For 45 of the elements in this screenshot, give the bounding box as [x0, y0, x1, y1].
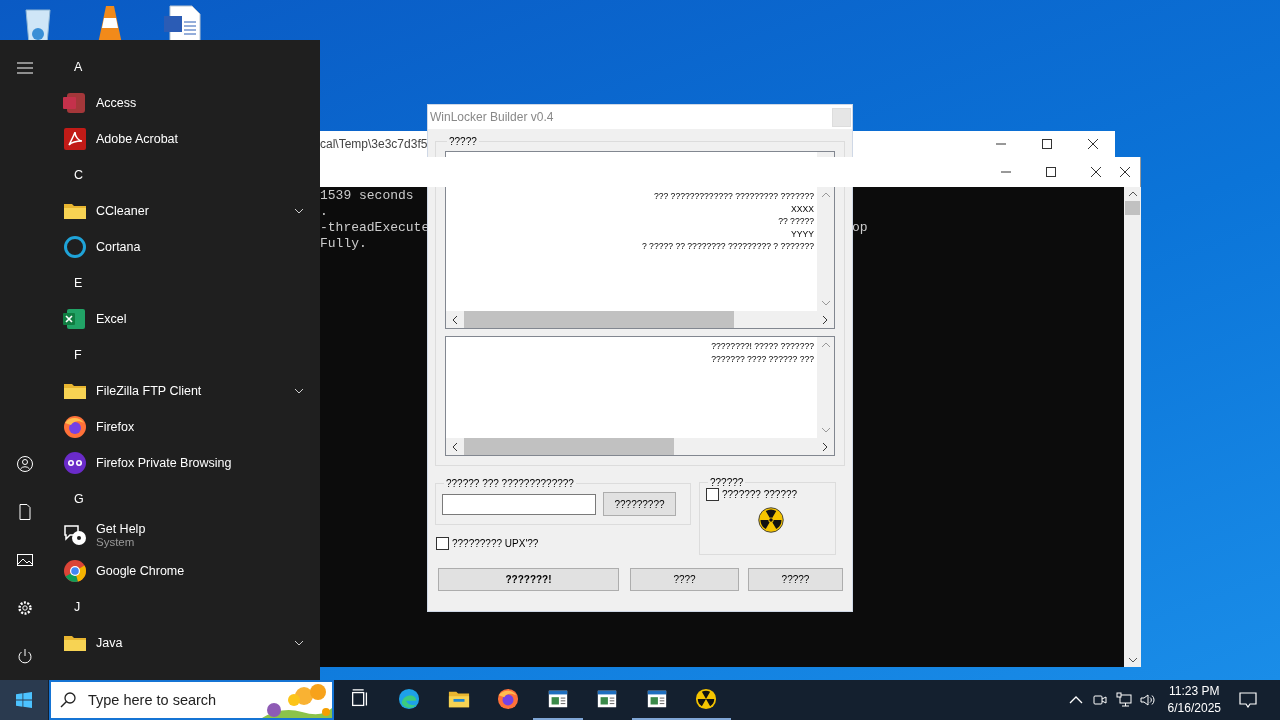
app-list-item[interactable]: CCleaner: [63, 193, 304, 229]
section-letter[interactable]: G: [63, 481, 84, 517]
console-line: 1539 seconds: [320, 188, 414, 204]
browse-button[interactable]: ?????????: [603, 492, 676, 516]
app-list-item[interactable]: Firefox Private Browsing: [63, 445, 304, 481]
window-title: cal\Temp\3e3c7d3f5: [320, 137, 428, 151]
app-list-item[interactable]: FileZilla FTP Client: [63, 373, 304, 409]
checkbox-label: ??????? ??????: [722, 489, 798, 500]
group-title: ?????? ??? ?????????????: [445, 478, 575, 489]
group-title: ??????: [709, 477, 745, 488]
dialog-button[interactable]: ????: [630, 568, 739, 591]
app-list-item[interactable]: Google Chrome: [63, 553, 304, 589]
section-letter[interactable]: F: [63, 337, 82, 373]
checkbox-label: ????????? UPX'??: [452, 538, 539, 549]
app-list-item[interactable]: Cortana: [63, 229, 304, 265]
search-field[interactable]: Type here to search: [88, 692, 238, 708]
window-title: WinLocker Builder v0.4: [430, 110, 554, 124]
dialog-button[interactable]: ???????!: [438, 568, 619, 591]
group-title: ?????: [448, 136, 478, 147]
text-line: XXXX: [791, 202, 814, 215]
console-line: -threadExecute: [320, 220, 430, 236]
note-text-area[interactable]: ????????! ????? ??????? ??????? ???? ?????? ???: [445, 336, 835, 456]
search-bar[interactable]: Type here to search: [49, 680, 334, 720]
app-list-item[interactable]: Firefox: [63, 409, 304, 445]
section-letter[interactable]: A: [63, 49, 83, 85]
text-line: ??????? ???? ?????? ???: [711, 352, 814, 366]
app-list-item[interactable]: Access: [63, 85, 304, 121]
app-list-item[interactable]: Get Help System: [63, 517, 304, 553]
console-line: Fully.: [320, 236, 367, 252]
text-line: ??? ????????????? ????????? ???????: [653, 190, 814, 203]
text-line: ????????! ????? ???????: [711, 340, 814, 353]
section-letter[interactable]: J: [63, 589, 81, 625]
app-subtitle: System: [96, 536, 136, 548]
console-line: .: [320, 204, 328, 220]
clock[interactable]: 11:23 PM 6/16/2025: [1167, 683, 1221, 717]
text-line: ?? ?????: [778, 215, 814, 228]
dialog-button[interactable]: ?????: [748, 568, 843, 591]
text-line: YYYY: [791, 227, 814, 240]
section-letter[interactable]: E: [63, 265, 83, 301]
app-list-item[interactable]: Adobe Acrobat: [63, 121, 304, 157]
app-list-item[interactable]: Java: [63, 625, 304, 661]
section-letter[interactable]: C: [63, 157, 84, 193]
app-list-item[interactable]: Excel: [63, 301, 304, 337]
console-line: op: [852, 220, 868, 236]
text-line: ? ????? ?? ???????? ????????? ? ???????: [641, 240, 814, 253]
